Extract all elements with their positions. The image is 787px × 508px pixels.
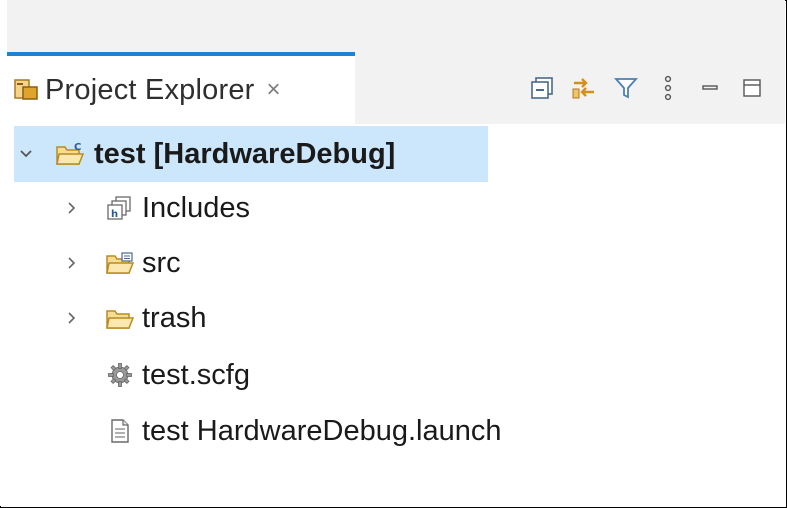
config-file-icon — [102, 357, 138, 393]
tree-item-src[interactable]: src — [60, 235, 181, 291]
filter-icon[interactable] — [609, 71, 643, 105]
tree-item-label: test [HardwareDebug] — [94, 137, 396, 170]
tree-item-label: trash — [142, 301, 207, 334]
tree-item-trash[interactable]: trash — [60, 290, 206, 346]
tree-item-project-root[interactable]: C test [HardwareDebug] — [14, 126, 488, 182]
minimize-icon[interactable] — [693, 71, 727, 105]
tree-item-label: test HardwareDebug.launch — [142, 414, 502, 447]
collapse-all-icon[interactable] — [525, 71, 559, 105]
tree-item-launch-file[interactable]: test HardwareDebug.launch — [102, 403, 501, 459]
project-explorer-icon — [11, 75, 41, 105]
c-project-icon: C — [52, 136, 88, 172]
includes-icon: h — [102, 190, 138, 226]
chevron-down-icon[interactable] — [14, 142, 38, 166]
link-with-editor-icon[interactable] — [567, 71, 601, 105]
chevron-right-icon[interactable] — [60, 251, 84, 275]
view-toolbar — [525, 52, 777, 124]
tree-item-includes[interactable]: h Includes — [60, 180, 250, 236]
source-folder-icon — [102, 245, 138, 281]
tab-project-explorer[interactable]: Project Explorer × — [7, 52, 355, 124]
maximize-icon[interactable] — [735, 71, 769, 105]
close-icon[interactable]: × — [267, 76, 281, 104]
chevron-right-icon[interactable] — [60, 196, 84, 220]
window-edge — [0, 0, 7, 506]
tab-label: Project Explorer — [45, 73, 255, 106]
chevron-right-icon[interactable] — [60, 306, 84, 330]
svg-text:C: C — [74, 142, 81, 153]
tree-item-label: test.scfg — [142, 358, 250, 391]
svg-text:h: h — [111, 209, 118, 220]
launch-file-icon — [102, 413, 138, 449]
tree-item-label: src — [142, 246, 181, 279]
view-menu-icon[interactable] — [651, 71, 685, 105]
top-area — [7, 0, 785, 52]
tree-item-label: Includes — [142, 191, 251, 224]
folder-icon — [102, 300, 138, 336]
tree-item-test-scfg[interactable]: test.scfg — [102, 347, 250, 403]
